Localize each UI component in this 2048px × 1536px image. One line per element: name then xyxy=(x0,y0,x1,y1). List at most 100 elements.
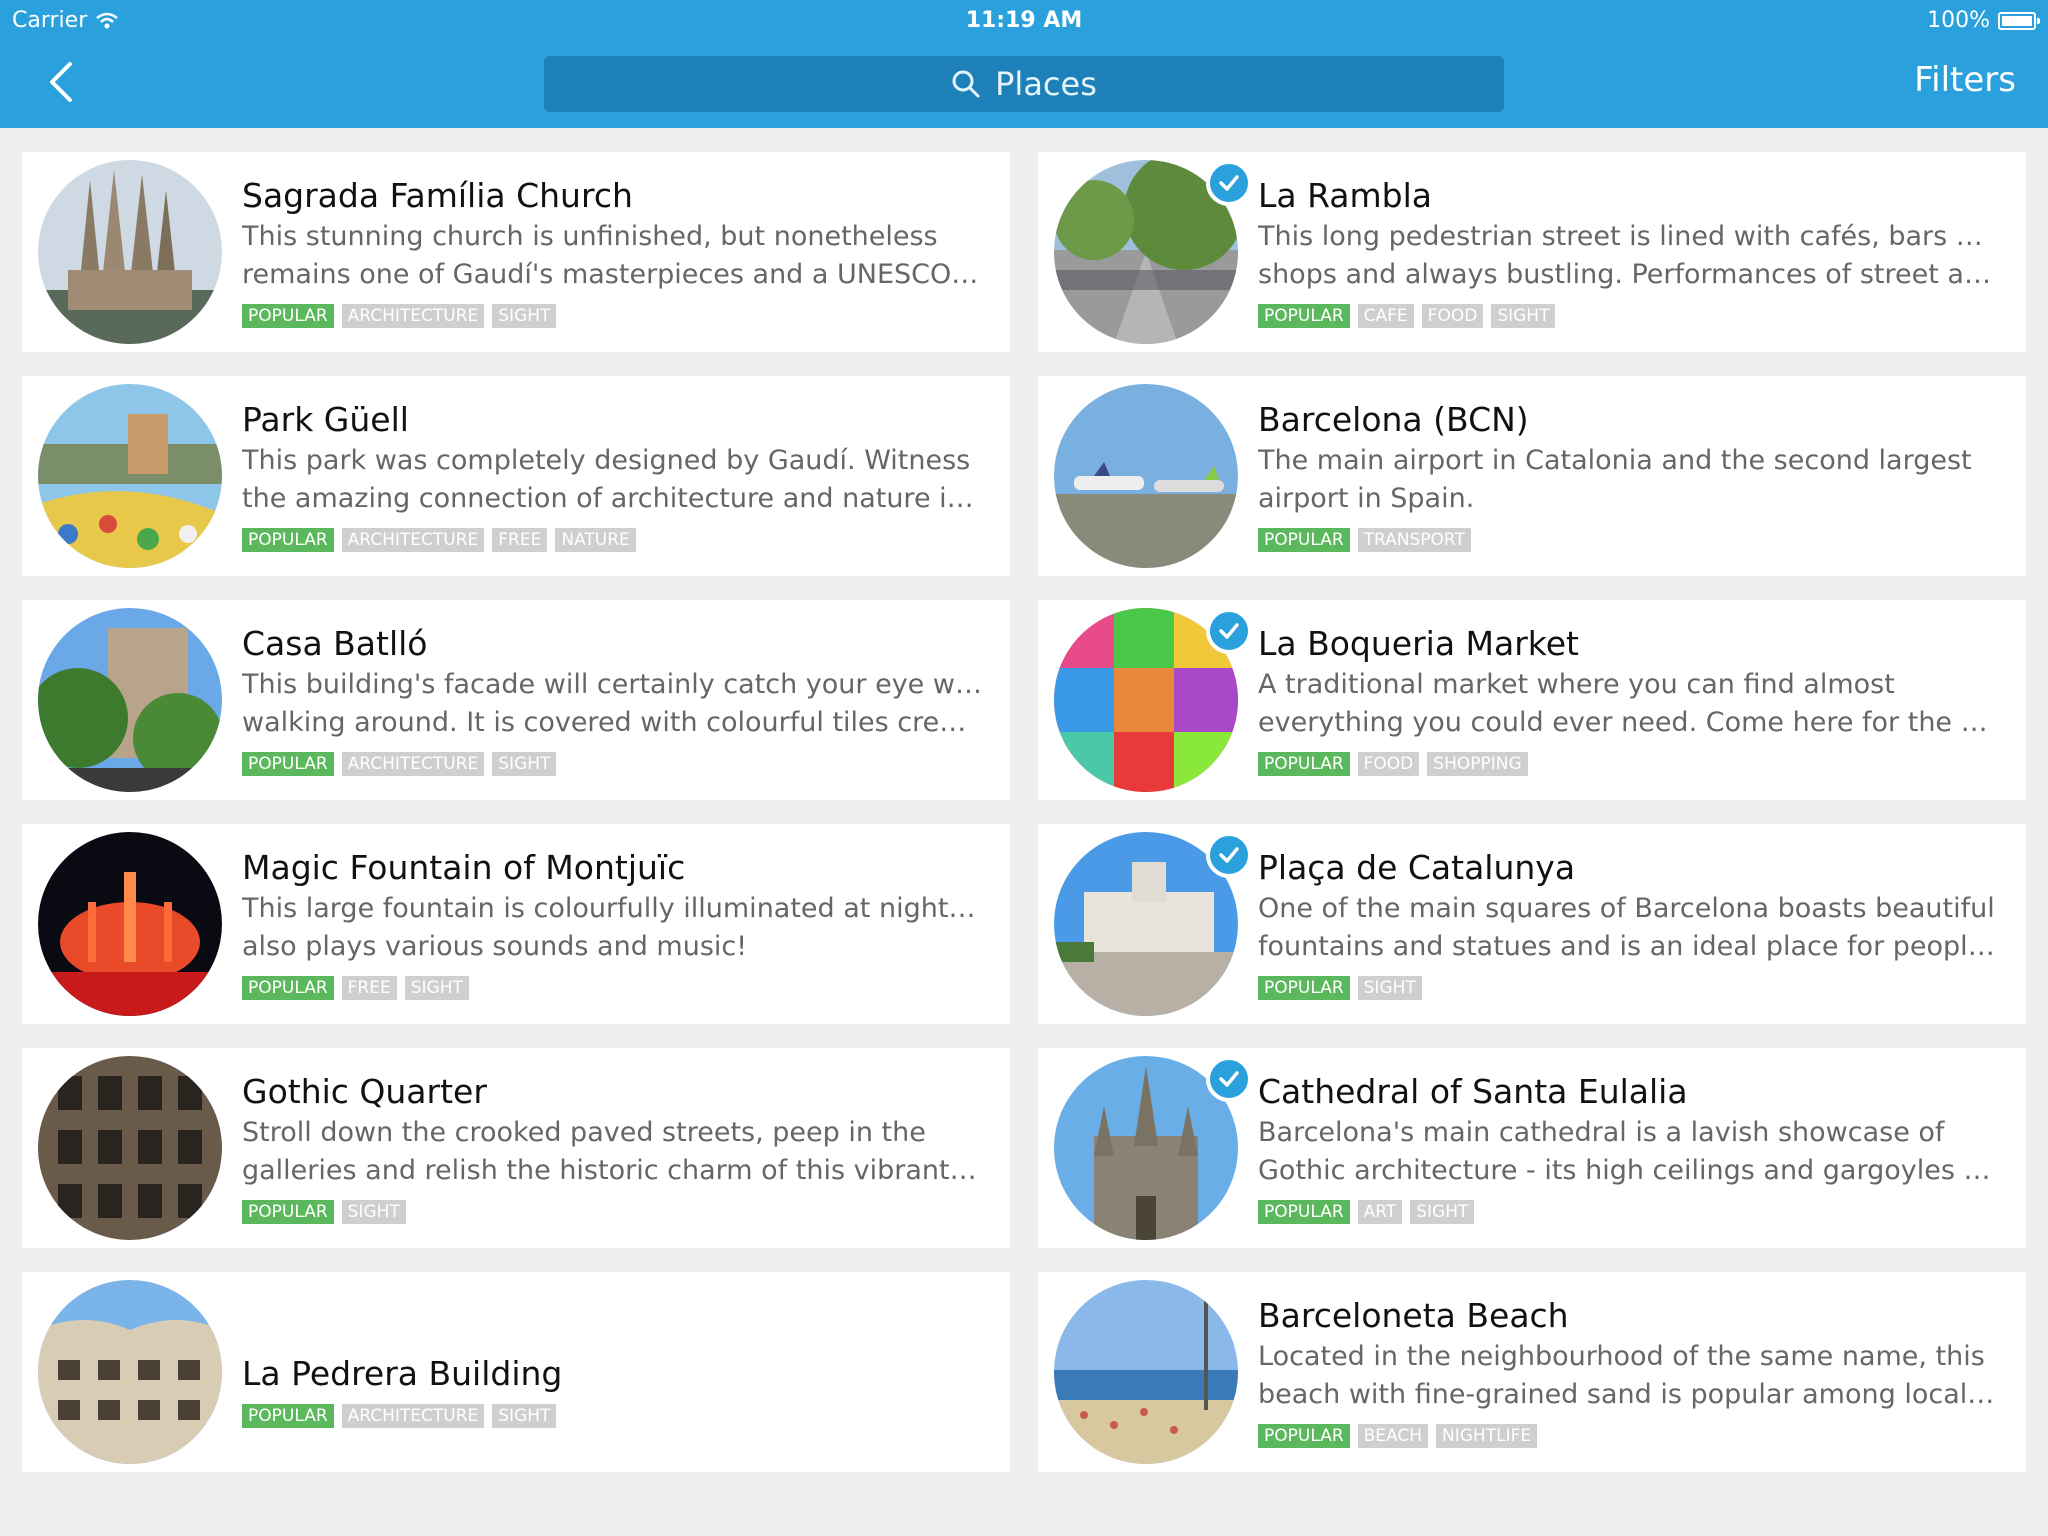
place-description: This large fountain is colourfully illum… xyxy=(242,890,982,966)
description-line: This building's facade will certainly ca… xyxy=(242,669,982,700)
tag-badge: TRANSPORT xyxy=(1357,528,1471,552)
description-line: fountains and statues and is an ideal pl… xyxy=(1258,931,1998,962)
place-card[interactable]: Park Güell This park was completely desig… xyxy=(22,376,1010,576)
tag-list: POPULAR TRANSPORT xyxy=(1258,528,1471,552)
tag-badge: POPULAR xyxy=(242,1200,334,1224)
place-card[interactable]: Barceloneta Beach Located in the neighbou… xyxy=(1038,1272,2026,1472)
tag-list: POPULAR FOOD SHOPPING xyxy=(1258,752,1528,776)
tag-badge: POPULAR xyxy=(1258,976,1350,1000)
filters-button[interactable]: Filters xyxy=(1914,60,2016,100)
place-card[interactable]: Plaça de Catalunya One of the main square… xyxy=(1038,824,2026,1024)
description-line: Barcelona's main cathedral is a lavish s… xyxy=(1258,1117,1945,1148)
place-title: La Boqueria Market xyxy=(1258,624,1579,663)
tag-badge: POPULAR xyxy=(242,528,334,552)
place-card[interactable]: Barcelona (BCN) The main airport in Catal… xyxy=(1038,376,2026,576)
tag-badge: SIGHT xyxy=(404,976,469,1000)
place-description: This stunning church is unfinished, but … xyxy=(242,218,982,294)
place-card[interactable]: Cathedral of Santa Eulalia Barcelona's ma… xyxy=(1038,1048,2026,1248)
tag-list: POPULAR BEACH NIGHTLIFE xyxy=(1258,1424,1538,1448)
place-card[interactable]: La Boqueria Market A traditional market w… xyxy=(1038,600,2026,800)
tag-list: POPULAR ART SIGHT xyxy=(1258,1200,1475,1224)
tag-badge: POPULAR xyxy=(1258,528,1350,552)
visited-check-icon xyxy=(1206,832,1252,878)
tag-badge: POPULAR xyxy=(242,304,334,328)
tag-badge: FOOD xyxy=(1421,304,1484,328)
place-title: Barcelona (BCN) xyxy=(1258,400,1529,439)
tag-list: POPULAR FREE SIGHT xyxy=(242,976,469,1000)
place-title: Cathedral of Santa Eulalia xyxy=(1258,1072,1688,1111)
description-line: galleries and relish the historic charm … xyxy=(242,1155,982,1186)
place-thumbnail xyxy=(38,608,222,792)
tag-badge: FREE xyxy=(341,976,397,1000)
place-title: Magic Fountain of Montjuïc xyxy=(242,848,686,887)
tag-badge: SIGHT xyxy=(492,752,557,776)
description-line: A traditional market where you can find … xyxy=(1258,669,1895,700)
visited-check-icon xyxy=(1206,608,1252,654)
tag-badge: ARCHITECTURE xyxy=(341,528,485,552)
tag-list: POPULAR SIGHT xyxy=(1258,976,1422,1000)
place-title: Park Güell xyxy=(242,400,409,439)
place-title: Casa Batlló xyxy=(242,624,428,663)
tag-badge: FOOD xyxy=(1357,752,1420,776)
place-thumbnail xyxy=(38,160,222,344)
place-card[interactable]: Sagrada Família Church This stunning chur… xyxy=(22,152,1010,352)
description-line: shops and always bustling. Performances … xyxy=(1258,259,1998,290)
place-title: La Pedrera Building xyxy=(242,1354,563,1393)
description-line: This stunning church is unfinished, but … xyxy=(242,221,938,252)
place-thumbnail xyxy=(1054,1280,1238,1464)
place-card[interactable]: Casa Batlló This building's facade will c… xyxy=(22,600,1010,800)
tag-badge: POPULAR xyxy=(1258,1424,1350,1448)
description-line: walking around. It is covered with colou… xyxy=(242,707,982,738)
place-description: This long pedestrian street is lined wit… xyxy=(1258,218,1998,294)
tag-list: POPULAR ARCHITECTURE SIGHT xyxy=(242,304,557,328)
tag-badge: SIGHT xyxy=(1491,304,1556,328)
description-line: remains one of Gaudí's masterpieces and … xyxy=(242,259,979,290)
place-thumbnail xyxy=(38,384,222,568)
tag-badge: POPULAR xyxy=(242,1404,334,1428)
back-button[interactable] xyxy=(36,58,84,106)
tag-badge: POPULAR xyxy=(1258,304,1350,328)
place-card[interactable]: Magic Fountain of Montjuïc This large fou… xyxy=(22,824,1010,1024)
place-description: This building's facade will certainly ca… xyxy=(242,666,982,742)
place-description: Stroll down the crooked paved streets, p… xyxy=(242,1114,982,1190)
status-bar: Carrier 11:19 AM 100% xyxy=(0,0,2048,40)
tag-list: POPULAR ARCHITECTURE SIGHT xyxy=(242,752,557,776)
place-description: This park was completely designed by Gau… xyxy=(242,442,982,518)
place-card[interactable]: La Rambla This long pedestrian street is … xyxy=(1038,152,2026,352)
tag-badge: POPULAR xyxy=(1258,752,1350,776)
tag-badge: SIGHT xyxy=(1357,976,1422,1000)
tag-badge: ARCHITECTURE xyxy=(341,304,485,328)
description-line: airport in Spain. xyxy=(1258,483,1475,514)
navigation-bar: Carrier 11:19 AM 100% Places Filters xyxy=(0,0,2048,128)
place-description: Located in the neighbourhood of the same… xyxy=(1258,1338,1998,1414)
place-title: Plaça de Catalunya xyxy=(1258,848,1576,887)
description-line: Stroll down the crooked paved streets, p… xyxy=(242,1117,926,1148)
chevron-left-icon xyxy=(50,62,72,102)
place-thumbnail xyxy=(1054,384,1238,568)
search-input[interactable]: Places xyxy=(544,56,1504,112)
place-thumbnail xyxy=(38,1280,222,1464)
tag-badge: POPULAR xyxy=(242,976,334,1000)
place-card[interactable]: Gothic Quarter Stroll down the crooked pa… xyxy=(22,1048,1010,1248)
description-line: The main airport in Catalonia and the se… xyxy=(1258,445,1972,476)
tag-badge: SIGHT xyxy=(341,1200,406,1224)
place-description: Barcelona's main cathedral is a lavish s… xyxy=(1258,1114,1998,1190)
tag-badge: ARCHITECTURE xyxy=(341,752,485,776)
tag-list: POPULAR ARCHITECTURE FREE NATURE xyxy=(242,528,636,552)
tag-badge: SIGHT xyxy=(1410,1200,1475,1224)
clock: 11:19 AM xyxy=(965,8,1083,33)
search-icon xyxy=(952,70,980,98)
place-title: Barceloneta Beach xyxy=(1258,1296,1569,1335)
tag-list: POPULAR CAFE FOOD SIGHT xyxy=(1258,304,1556,328)
description-line: also plays various sounds and music! xyxy=(242,931,748,962)
place-card[interactable]: La Pedrera Building POPULAR ARCHITECTURE SI… xyxy=(22,1272,1010,1472)
tag-badge: POPULAR xyxy=(1258,1200,1350,1224)
battery-info: 100% xyxy=(1927,8,2040,33)
nav-row: Places Filters xyxy=(0,40,2048,128)
description-line: everything you could ever need. Come her… xyxy=(1258,707,1998,738)
tag-badge: SIGHT xyxy=(492,1404,557,1428)
visited-check-icon xyxy=(1206,1056,1252,1102)
tag-badge: ARCHITECTURE xyxy=(341,1404,485,1428)
visited-check-icon xyxy=(1206,160,1252,206)
tag-badge: ART xyxy=(1357,1200,1403,1224)
